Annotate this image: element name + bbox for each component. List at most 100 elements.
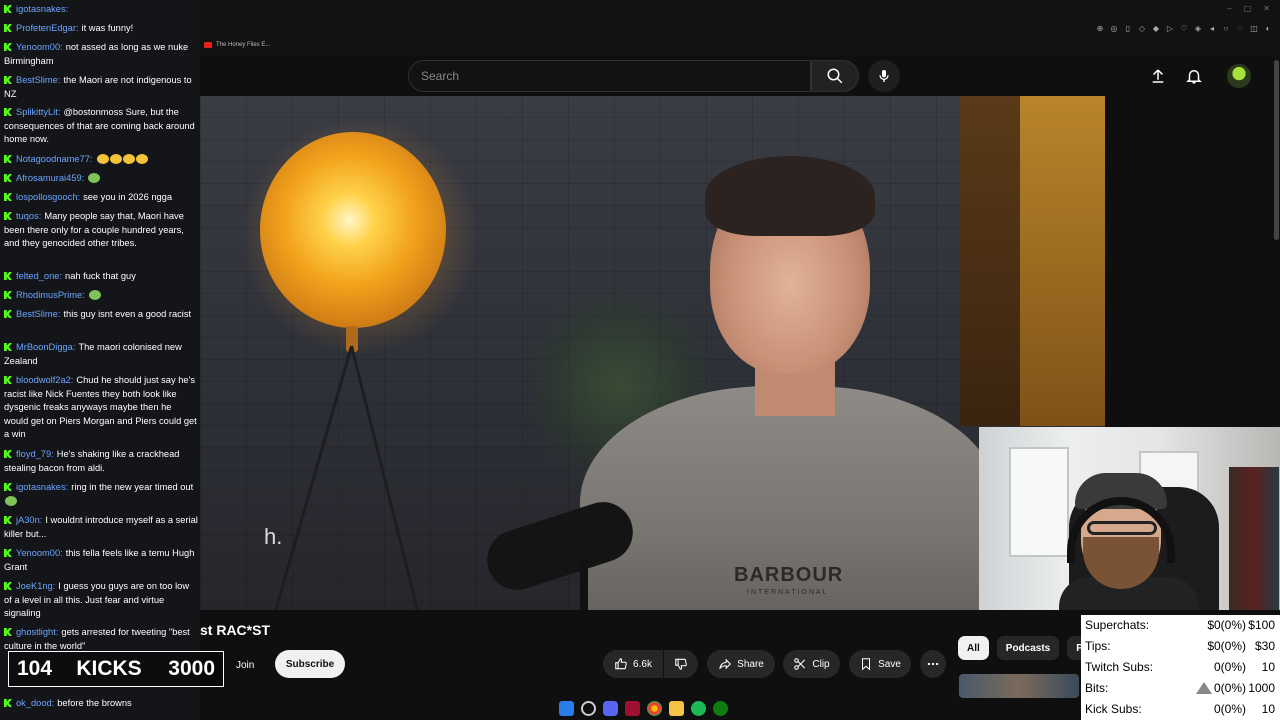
notifications-button[interactable]	[1184, 66, 1204, 86]
dislike-button[interactable]	[664, 650, 698, 678]
spotify-icon[interactable]	[690, 700, 706, 716]
extension-icon[interactable]: ◎	[1110, 24, 1118, 33]
chat-message: ProfetenEdgar: it was funny!	[4, 22, 198, 36]
window-background	[1009, 447, 1069, 557]
chat-username[interactable]: igotasnakes	[16, 482, 66, 492]
page-scrollbar[interactable]	[1274, 60, 1279, 240]
chat-username[interactable]: RhodimusPrime	[16, 290, 82, 300]
mic-icon	[879, 70, 889, 82]
chat-username[interactable]: BestSlime	[16, 309, 58, 319]
zoom-icon[interactable]: ⊕	[1096, 24, 1104, 33]
chat-message: Notagoodname77:	[4, 153, 198, 167]
chat-separator: :	[65, 482, 69, 492]
chat-username[interactable]: igotasnakes	[16, 4, 66, 14]
thumbs-down-icon	[675, 658, 687, 670]
chat-username[interactable]: MrBoonDigga	[16, 342, 73, 352]
like-count: 6.6k	[633, 658, 652, 670]
chat-username[interactable]: Yenoom00	[16, 548, 60, 558]
hanging-clothes	[1229, 467, 1279, 610]
upload-button[interactable]	[1148, 66, 1168, 86]
chat-username[interactable]: jA30n	[16, 515, 40, 525]
chat-message: ghostlight: gets arrested for tweeting "b…	[4, 626, 198, 653]
scissors-icon	[794, 658, 806, 670]
goal-max: 1000	[1248, 681, 1275, 695]
folder-icon[interactable]	[668, 700, 684, 716]
play-icon[interactable]: ▷	[1166, 24, 1174, 33]
save-button[interactable]: Save	[849, 650, 911, 678]
chat-separator: :	[82, 290, 85, 300]
kick-badge-icon	[4, 5, 12, 13]
chip-podcasts[interactable]: Podcasts	[996, 636, 1060, 660]
extension-icon[interactable]: ○	[1222, 24, 1230, 33]
recommended-video-thumbnail[interactable]	[959, 674, 1079, 698]
like-button[interactable]: 6.6k	[603, 650, 663, 678]
chat-username[interactable]: felted_one	[16, 271, 59, 281]
chat-username[interactable]: JoeK1ng	[16, 581, 53, 591]
chat-username[interactable]: ok_dood	[16, 698, 52, 708]
chat-username[interactable]: Afrosamurai459	[16, 173, 82, 183]
share-button[interactable]: Share	[707, 650, 775, 678]
avatar[interactable]	[1227, 64, 1251, 88]
donation-goals-panel: Superchats: $0(0%) $100 Tips: $0(0%) $30…	[1081, 615, 1280, 720]
kick-badge-icon	[4, 343, 12, 351]
chrome-icon[interactable]	[646, 700, 662, 716]
chat-separator: :	[75, 23, 79, 33]
search-input[interactable]	[409, 61, 810, 91]
maximize-icon[interactable]: ▢	[1244, 4, 1252, 13]
search-button[interactable]	[811, 60, 859, 92]
chip-all[interactable]: All	[958, 636, 989, 660]
xbox-icon[interactable]	[712, 700, 728, 716]
chat-username[interactable]: ghostlight	[16, 627, 56, 637]
extension-icon[interactable]: ◇	[1138, 24, 1146, 33]
extension-icon[interactable]: ◈	[1194, 24, 1202, 33]
minimize-icon[interactable]: –	[1227, 4, 1231, 13]
clip-button[interactable]: Clip	[783, 650, 840, 678]
chat-separator: :	[65, 4, 69, 14]
chat-message: BestSlime: this guy isnt even a good raci…	[4, 308, 198, 322]
goal-label: Bits:	[1085, 681, 1109, 695]
chat-username[interactable]: SplikittyLit	[16, 107, 58, 117]
speaker-icon[interactable]: ◂	[1208, 24, 1216, 33]
video-player[interactable]: BARBOUR INTERNATIONAL h.	[200, 96, 1105, 610]
voice-search-button[interactable]	[868, 60, 900, 92]
goal-label: Superchats:	[1085, 618, 1150, 632]
more-actions-button[interactable]	[920, 650, 946, 678]
chat-username[interactable]: ProfetenEdgar	[16, 23, 76, 33]
close-icon[interactable]: ✕	[1263, 4, 1270, 13]
search-icon[interactable]	[580, 700, 596, 716]
chat-username[interactable]: lospollosgooch	[16, 192, 78, 202]
goal-value: 0(0%)	[1213, 660, 1246, 674]
right-wall-light	[1020, 96, 1105, 426]
guest-hair	[705, 156, 875, 236]
search-box	[408, 60, 811, 92]
extension-icons: ⊕ ◎ ▯ ◇ ◆ ▷ ♡ ◈ ◂ ○ ◌ ◫ ◐	[1096, 24, 1272, 33]
chat-username[interactable]: Yenoom00	[16, 42, 60, 52]
app-icon[interactable]	[624, 700, 640, 716]
chat-message: Afrosamurai459:	[4, 172, 198, 186]
chat-username[interactable]: bloodwolf2a2	[16, 375, 71, 385]
browser-tab[interactable]: The Honey Files E...	[204, 38, 270, 52]
heart-icon[interactable]: ♡	[1180, 24, 1188, 33]
chat-username[interactable]: BestSlime	[16, 75, 58, 85]
extension-icon[interactable]: ◫	[1250, 24, 1258, 33]
channel-row: Join Subscribe	[200, 650, 960, 680]
extension-icon[interactable]: ◌	[1236, 24, 1244, 33]
chat-username[interactable]: Notagoodname77	[16, 154, 90, 164]
extension-icon[interactable]: ◐	[1264, 24, 1272, 33]
more-horizontal-icon	[927, 662, 939, 666]
chat-message: lospollosgooch: see you in 2026 ngga	[4, 191, 198, 205]
subscribe-button[interactable]: Subscribe	[275, 650, 345, 678]
shirt-brand-sub: INTERNATIONAL	[747, 589, 829, 596]
chat-emote-icon	[88, 173, 101, 183]
extension-icon[interactable]: ▯	[1124, 24, 1132, 33]
join-button[interactable]: Join	[224, 652, 266, 678]
windows-start-icon[interactable]	[558, 700, 574, 716]
windows-taskbar	[548, 698, 738, 718]
chat-username[interactable]: floyd_79	[16, 449, 51, 459]
chat-separator: :	[52, 581, 56, 591]
shield-icon[interactable]: ◆	[1152, 24, 1160, 33]
clip-label: Clip	[812, 658, 830, 670]
chat-username[interactable]: tuqos	[16, 211, 39, 221]
discord-icon[interactable]	[602, 700, 618, 716]
chat-message: igotasnakes: ring in the new year timed o…	[4, 481, 198, 508]
